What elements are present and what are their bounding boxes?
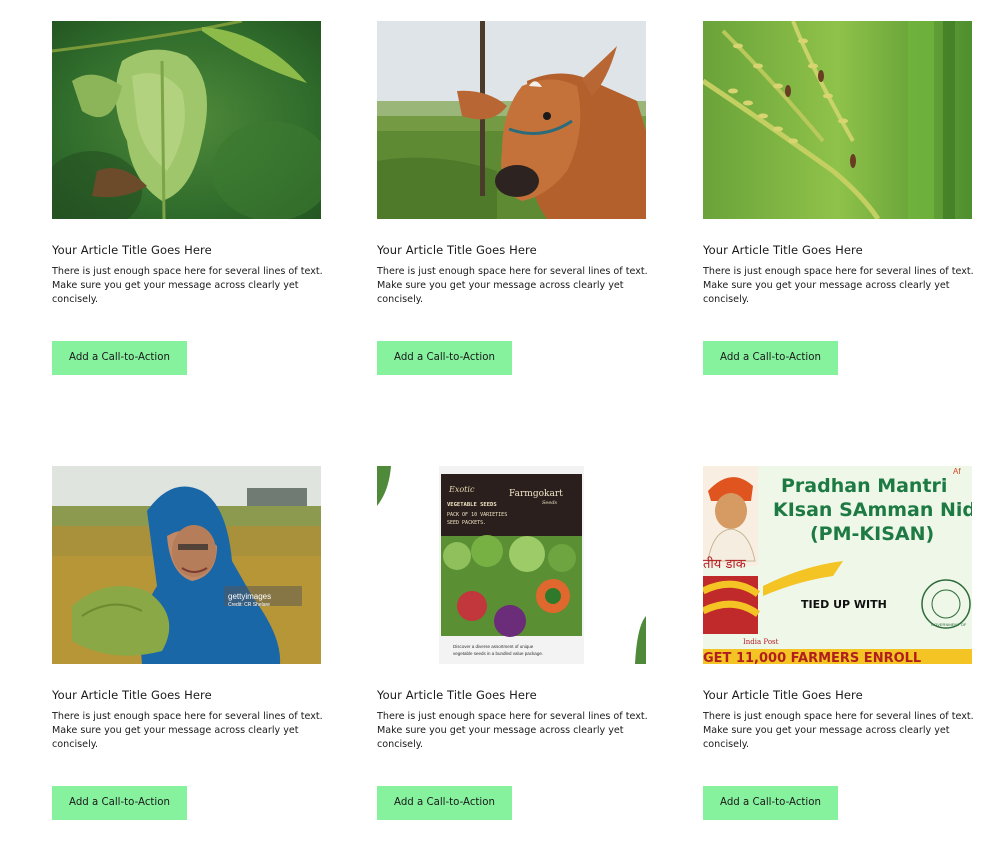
call-to-action-button[interactable]: Add a Call-to-Action: [377, 786, 512, 820]
pack-line3: SEED PACKETS.: [447, 520, 486, 526]
article-card: Exotic Farmgokart Seeds VEGETABLE SEEDS …: [377, 466, 648, 820]
pack-line1: VEGETABLE SEEDS: [447, 502, 497, 508]
article-card: Your Article Title Goes Here There is ju…: [703, 21, 974, 375]
article-image[interactable]: [703, 21, 972, 219]
image-watermark: gettyimages: [228, 592, 271, 601]
pack-script: Exotic: [448, 485, 475, 494]
article-title[interactable]: Your Article Title Goes Here: [703, 243, 972, 257]
banner-seal: GOVERNMENT OF: [931, 622, 967, 627]
banner-corner: Af: [953, 467, 961, 476]
pack-line2: PACK OF 10 VARIETIES: [447, 512, 507, 518]
article-excerpt: There is just enough space here for seve…: [377, 266, 648, 305]
article-excerpt: There is just enough space here for seve…: [703, 266, 974, 305]
banner-headline3: (PM-KISAN): [810, 523, 934, 545]
banner-bottom: GET 11,000 FARMERS ENROLL: [703, 651, 921, 664]
banner-post: India Post: [743, 638, 779, 646]
article-title[interactable]: Your Article Title Goes Here: [703, 688, 972, 702]
call-to-action-button[interactable]: Add a Call-to-Action: [377, 341, 512, 375]
article-card: gettyimages Credit: CR Shelare Your Arti…: [52, 466, 323, 820]
article-image[interactable]: [377, 21, 646, 219]
article-title[interactable]: Your Article Title Goes Here: [52, 688, 321, 702]
pack-footer2: vegetable seeds in a bundled value packa…: [453, 651, 543, 656]
article-excerpt: There is just enough space here for seve…: [377, 711, 648, 750]
article-title[interactable]: Your Article Title Goes Here: [377, 243, 646, 257]
article-excerpt: There is just enough space here for seve…: [703, 711, 974, 750]
banner-headline1: Pradhan Mantri: [781, 475, 947, 497]
banner-hindi: तीय डाक: [703, 556, 747, 572]
article-card: Your Article Title Goes Here There is ju…: [377, 21, 648, 375]
call-to-action-button[interactable]: Add a Call-to-Action: [52, 786, 187, 820]
article-card: Your Article Title Goes Here There is ju…: [52, 21, 323, 375]
pack-brand: Farmgokart: [509, 489, 563, 499]
pack-brand-sub: Seeds: [542, 500, 558, 506]
image-credit: Credit: CR Shelare: [228, 602, 270, 608]
article-title[interactable]: Your Article Title Goes Here: [377, 688, 646, 702]
article-excerpt: There is just enough space here for seve…: [52, 266, 323, 305]
article-image[interactable]: [52, 21, 321, 219]
banner-tied: TIED UP WITH: [801, 598, 887, 611]
article-image[interactable]: Exotic Farmgokart Seeds VEGETABLE SEEDS …: [377, 466, 646, 664]
article-grid: Your Article Title Goes Here There is ju…: [0, 0, 987, 841]
article-image[interactable]: Pradhan Mantri KIsan SAmman Nidhi (PM-KI…: [703, 466, 972, 664]
article-title[interactable]: Your Article Title Goes Here: [52, 243, 321, 257]
article-excerpt: There is just enough space here for seve…: [52, 711, 323, 750]
call-to-action-button[interactable]: Add a Call-to-Action: [52, 341, 187, 375]
call-to-action-button[interactable]: Add a Call-to-Action: [703, 786, 838, 820]
banner-headline2: KIsan SAmman Nidhi: [773, 499, 972, 521]
pack-footer1: Discover a diverse assortment of unique: [453, 644, 534, 649]
article-image[interactable]: gettyimages Credit: CR Shelare: [52, 466, 321, 664]
call-to-action-button[interactable]: Add a Call-to-Action: [703, 341, 838, 375]
article-card: Pradhan Mantri KIsan SAmman Nidhi (PM-KI…: [703, 466, 974, 820]
